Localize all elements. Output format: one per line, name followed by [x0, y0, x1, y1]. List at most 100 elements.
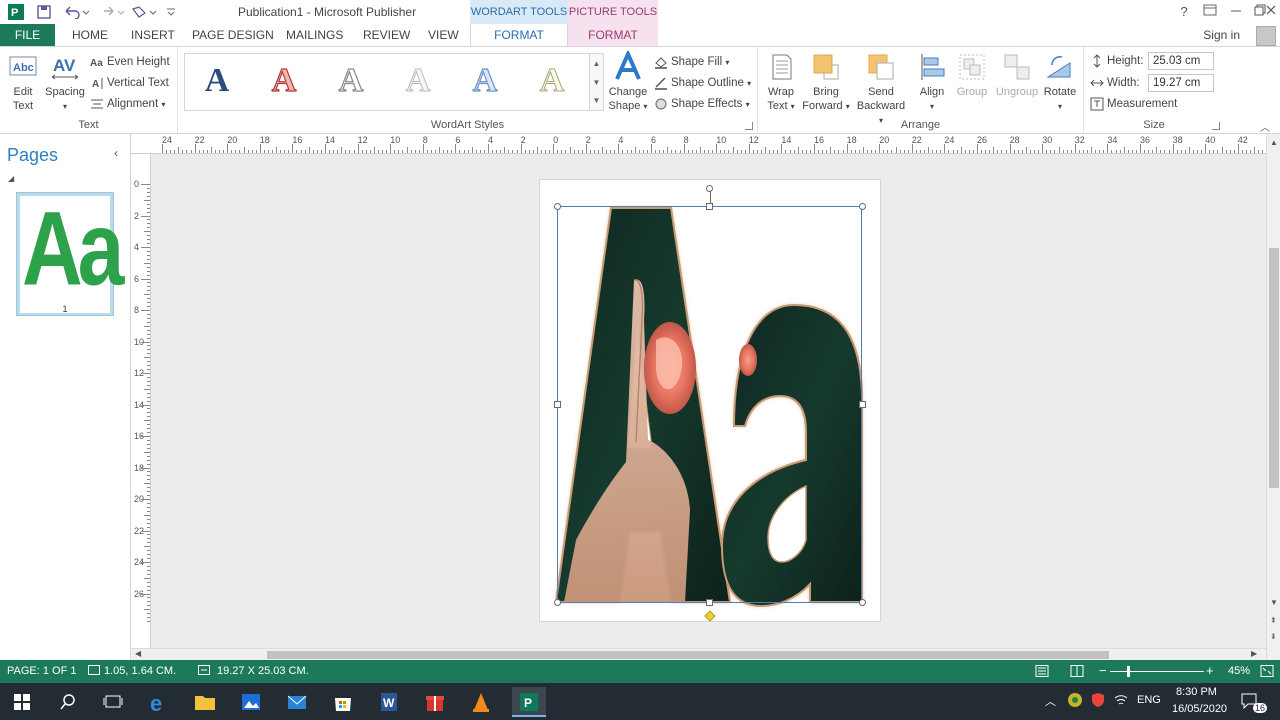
rotation-handle[interactable]	[706, 185, 713, 192]
vertical-ruler[interactable]: 0 2 4 6 8 10 12 14 16 18 20 22 24 26	[131, 154, 151, 648]
group-button[interactable]: Group	[952, 51, 992, 99]
wifi-icon[interactable]	[1113, 692, 1129, 711]
resize-handle-nw[interactable]	[554, 203, 561, 210]
align-button[interactable]: Align ▾	[912, 51, 952, 114]
tab-insert[interactable]: INSERT	[131, 24, 175, 46]
windows-start-icon[interactable]	[10, 690, 34, 714]
help-button[interactable]: ?	[1172, 2, 1196, 22]
wordart-style-3[interactable]: A	[331, 60, 371, 102]
scroll-down-icon[interactable]: ▼	[1270, 598, 1278, 607]
wordart-style-4[interactable]: A	[398, 60, 438, 102]
gallery-down-icon[interactable]: ▼	[590, 73, 603, 92]
two-page-view-icon[interactable]	[1070, 665, 1084, 680]
edge-browser-icon[interactable]: e	[148, 690, 172, 716]
shape-effects-button[interactable]: Shape Effects ▾	[654, 95, 750, 113]
horizontal-ruler[interactable]: 24 22 20 18 16 14 12 10 8 6 4 2 0 2 4 6 8 10 12 14 16 18 20 22 2…	[131, 134, 1266, 154]
resize-handle-ne[interactable]	[859, 203, 866, 210]
previous-page-icon[interactable]: ⇞	[1270, 616, 1277, 625]
single-page-view-icon[interactable]	[1035, 665, 1049, 680]
send-backward-button[interactable]: Send Backward ▾	[854, 51, 908, 128]
tab-review[interactable]: REVIEW	[363, 24, 410, 46]
wordart-style-6[interactable]: A	[532, 60, 572, 102]
wordart-style-5[interactable]: A	[465, 60, 505, 102]
avatar[interactable]	[1256, 26, 1276, 46]
mail-icon[interactable]	[285, 690, 309, 714]
tab-wordart-format[interactable]: FORMAT	[470, 24, 568, 46]
object-position[interactable]: 1.05, 1.64 CM.	[104, 665, 176, 677]
clock-date[interactable]: 16/05/2020	[1172, 703, 1227, 715]
horizontal-scroll-thumb[interactable]	[267, 651, 1109, 659]
measurement-button[interactable]: Measurement	[1090, 95, 1177, 113]
ribbon-display-icon[interactable]	[1198, 2, 1222, 22]
tab-picture-format[interactable]: FORMAT	[568, 24, 658, 46]
shape-fill-button[interactable]: Shape Fill ▾	[654, 53, 729, 71]
redo-icon[interactable]	[98, 3, 126, 21]
resize-handle-e[interactable]	[859, 401, 866, 408]
close-icon[interactable]	[1262, 2, 1280, 22]
gallery-scroll[interactable]: ▲ ▼ ▼	[590, 53, 604, 111]
gift-app-icon[interactable]	[423, 690, 447, 714]
size-launcher-icon[interactable]	[1212, 122, 1220, 130]
search-icon[interactable]	[56, 690, 80, 714]
show-hidden-icons-icon[interactable]: ︿	[1045, 693, 1056, 709]
photos-icon[interactable]	[239, 690, 263, 714]
tab-view[interactable]: VIEW	[428, 24, 459, 46]
ungroup-button[interactable]: Ungroup	[994, 51, 1040, 99]
publisher-taskbar-icon[interactable]: P	[512, 687, 546, 717]
gallery-up-icon[interactable]: ▲	[590, 54, 603, 73]
height-input[interactable]: 25.03 cm	[1148, 52, 1214, 70]
zoom-level[interactable]: 45%	[1228, 665, 1250, 677]
minimize-icon[interactable]	[1224, 2, 1248, 22]
spacing-button[interactable]: AV Spacing ▾	[44, 51, 86, 114]
resize-handle-sw[interactable]	[554, 599, 561, 606]
wordart-style-1[interactable]: A	[197, 60, 237, 102]
resize-handle-w[interactable]	[554, 401, 561, 408]
collapse-pane-icon[interactable]: ‹	[114, 146, 118, 160]
alignment-button[interactable]: Alignment ▾	[90, 95, 165, 113]
vertical-scrollbar[interactable]: ▲ ▼ ⇞ ⇟	[1266, 134, 1280, 660]
edit-text-button[interactable]: Abc Edit Text	[4, 51, 42, 113]
task-view-icon[interactable]	[101, 690, 125, 714]
section-expand-icon[interactable]: ◢	[8, 174, 14, 183]
vertical-text-button[interactable]: A Vertical Text	[90, 74, 169, 92]
format-painter-icon[interactable]	[130, 3, 158, 21]
scroll-right-icon[interactable]: ▶	[1251, 649, 1257, 658]
clock-time[interactable]: 8:30 PM	[1176, 686, 1217, 698]
gallery-more-icon[interactable]: ▼	[590, 92, 603, 110]
vertical-scroll-thumb[interactable]	[1269, 248, 1279, 488]
change-shape-button[interactable]: Change Shape ▾	[606, 51, 650, 114]
zoom-out-button[interactable]: −	[1099, 663, 1107, 678]
collapse-ribbon-icon[interactable]: ︿	[1260, 119, 1270, 134]
fit-page-icon[interactable]	[1260, 665, 1274, 680]
scroll-left-icon[interactable]: ◀	[135, 649, 141, 658]
selection-box[interactable]	[554, 185, 866, 622]
bring-forward-button[interactable]: Bring Forward ▾	[800, 51, 852, 114]
even-height-button[interactable]: Aa Even Height	[90, 53, 170, 71]
wordart-styles-launcher-icon[interactable]	[745, 122, 753, 130]
object-size[interactable]: 19.27 X 25.03 CM.	[217, 665, 309, 677]
resize-handle-s[interactable]	[706, 599, 713, 606]
page-thumbnail[interactable]: Aa 1	[16, 189, 124, 316]
next-page-icon[interactable]: ⇟	[1270, 632, 1277, 641]
zoom-slider-thumb[interactable]	[1127, 666, 1130, 677]
language-indicator[interactable]: ENG	[1137, 694, 1161, 706]
security-shield-icon[interactable]	[1090, 692, 1106, 711]
tab-page-design[interactable]: PAGE DESIGN	[192, 24, 274, 46]
customize-qat-icon[interactable]	[164, 3, 178, 21]
shape-outline-button[interactable]: Shape Outline ▾	[654, 74, 751, 92]
wrap-text-button[interactable]: Wrap Text ▾	[762, 51, 800, 114]
tab-mailings[interactable]: MAILINGS	[286, 24, 343, 46]
undo-icon[interactable]	[62, 3, 90, 21]
publication-page[interactable]	[539, 179, 881, 622]
horizontal-scrollbar[interactable]: ◀ ▶	[131, 648, 1266, 660]
resize-handle-se[interactable]	[859, 599, 866, 606]
file-explorer-icon[interactable]	[193, 690, 217, 714]
rotate-button[interactable]: Rotate ▾	[1040, 51, 1080, 114]
zoom-slider[interactable]	[1110, 671, 1204, 672]
sign-in-link[interactable]: Sign in	[1203, 28, 1240, 42]
vlc-icon[interactable]	[469, 690, 493, 714]
width-input[interactable]: 19.27 cm	[1148, 74, 1214, 92]
tab-home[interactable]: HOME	[72, 24, 108, 46]
zoom-in-button[interactable]: +	[1206, 663, 1214, 678]
store-icon[interactable]	[331, 690, 355, 714]
